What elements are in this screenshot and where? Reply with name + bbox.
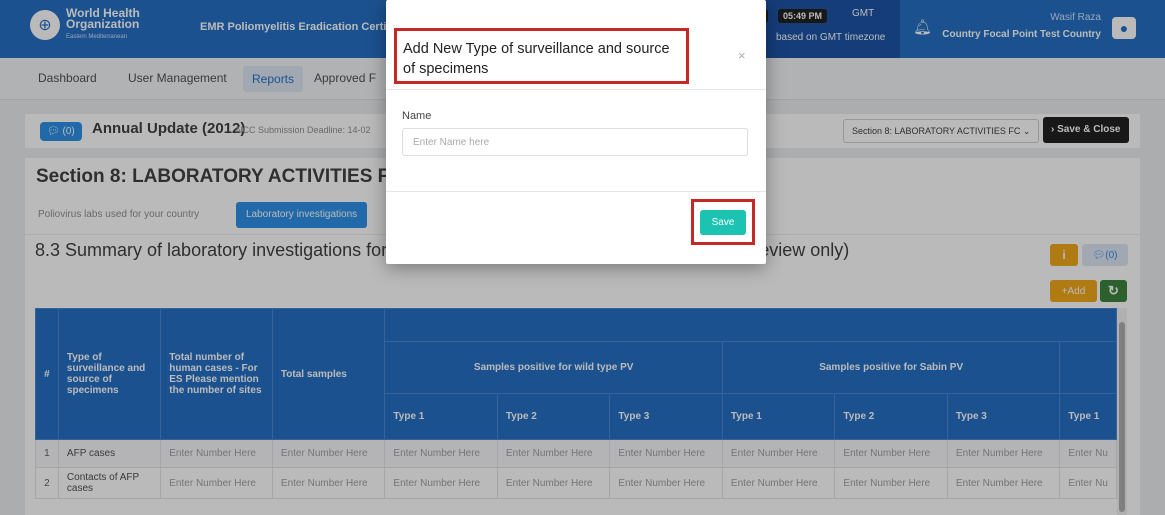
modal-footer: Save xyxy=(386,191,766,264)
name-input[interactable] xyxy=(402,128,748,156)
add-type-modal: Add New Type of surveillance and source … xyxy=(386,0,766,264)
name-label: Name xyxy=(402,110,432,122)
close-icon[interactable]: × xyxy=(738,48,746,63)
save-highlight: Save xyxy=(691,199,755,245)
modal-header: Add New Type of surveillance and source … xyxy=(386,0,766,90)
modal-title: Add New Type of surveillance and source … xyxy=(394,28,689,84)
save-button[interactable]: Save xyxy=(700,210,746,235)
